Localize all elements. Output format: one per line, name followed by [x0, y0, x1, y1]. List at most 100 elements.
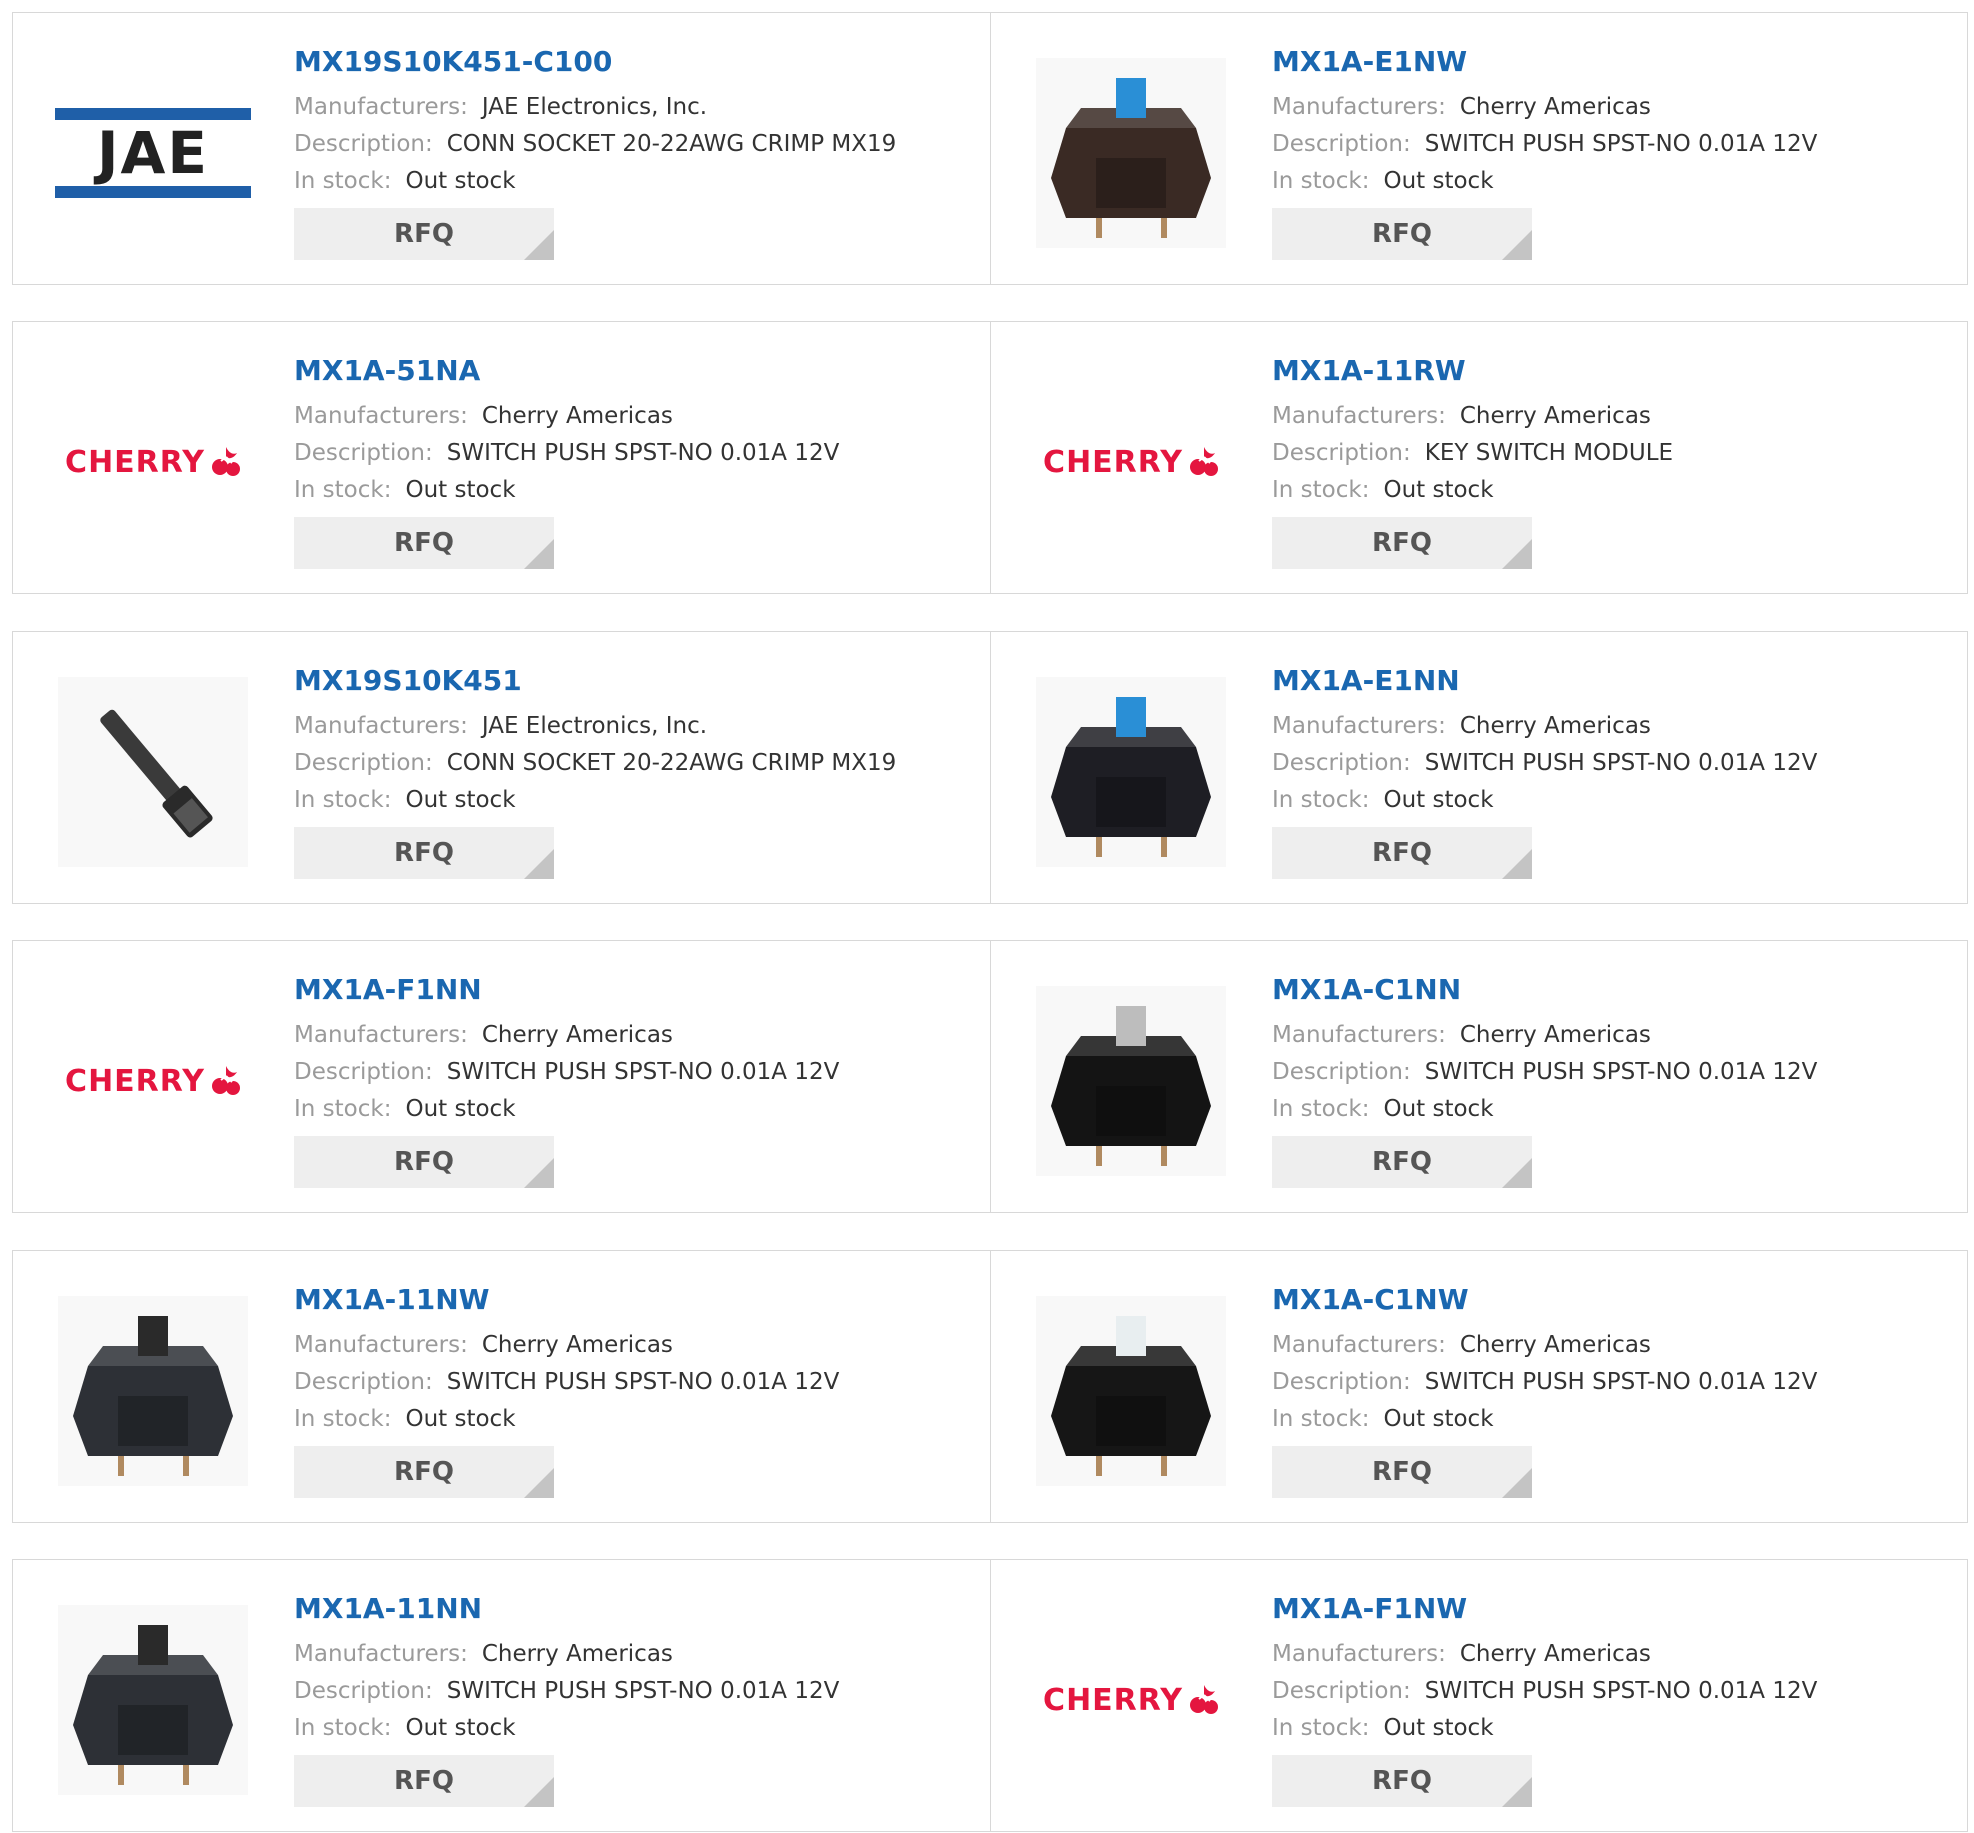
description-label: Description: — [1272, 440, 1411, 466]
manufacturer-line: Manufacturers: Cherry Americas — [1272, 1017, 1817, 1054]
rfq-button[interactable]: RFQ — [294, 827, 554, 879]
rfq-button[interactable]: RFQ — [294, 1755, 554, 1807]
part-number-link[interactable]: MX1A-11RW — [1272, 352, 1673, 390]
manufacturer-value: Cherry Americas — [1459, 403, 1651, 429]
part-number-link[interactable]: MX1A-F1NN — [294, 971, 839, 1009]
product-image[interactable] — [1031, 981, 1231, 1181]
description-label: Description: — [1272, 131, 1411, 157]
manufacturer-line: Manufacturers: Cherry Americas — [294, 398, 839, 435]
part-number-link[interactable]: MX1A-C1NW — [1272, 1281, 1817, 1319]
description-value: SWITCH PUSH SPST-NO 0.01A 12V — [1424, 1369, 1818, 1395]
product-image[interactable] — [1031, 1291, 1231, 1491]
rfq-button[interactable]: RFQ — [294, 208, 554, 260]
rfq-button[interactable]: RFQ — [1272, 1136, 1532, 1188]
product-row: MX19S10K451 Manufacturers: JAE Electronics… — [12, 631, 1968, 904]
manufacturer-line: Manufacturers: Cherry Americas — [1272, 1327, 1817, 1364]
manufacturer-value: JAE Electronics, Inc. — [481, 713, 708, 739]
product-row: CHERRY MX1A-51NA Manufacturers: Cherry Amer… — [12, 321, 1968, 594]
product-image[interactable]: CHERRY — [1031, 362, 1231, 562]
stock-value: Out stock — [1383, 1406, 1494, 1432]
part-number-link[interactable]: MX1A-F1NW — [1272, 1590, 1817, 1628]
description-value: SWITCH PUSH SPST-NO 0.01A 12V — [1424, 131, 1818, 157]
description-label: Description: — [1272, 1059, 1411, 1085]
stock-label: In stock: — [294, 168, 392, 194]
part-number-link[interactable]: MX1A-C1NN — [1272, 971, 1817, 1009]
manufacturer-line: Manufacturers: JAE Electronics, Inc. — [294, 708, 896, 745]
product-card: MX1A-E1NW Manufacturers: Cherry Americas De… — [990, 13, 1967, 284]
rfq-button[interactable]: RFQ — [1272, 827, 1532, 879]
part-number-link[interactable]: MX19S10K451-C100 — [294, 43, 896, 81]
product-image[interactable] — [53, 1291, 253, 1491]
description-line: Description: SWITCH PUSH SPST-NO 0.01A 12… — [1272, 745, 1817, 782]
description-label: Description: — [294, 1369, 433, 1395]
description-line: Description: SWITCH PUSH SPST-NO 0.01A 12… — [294, 435, 839, 472]
description-label: Description: — [294, 750, 433, 776]
product-image[interactable]: JAE — [53, 53, 253, 253]
rfq-button[interactable]: RFQ — [1272, 1446, 1532, 1498]
product-card: MX1A-C1NN Manufacturers: Cherry Americas De… — [990, 941, 1967, 1212]
description-value: CONN SOCKET 20-22AWG CRIMP MX19 — [446, 750, 897, 776]
product-card: MX1A-11NN Manufacturers: Cherry Americas De… — [13, 1560, 990, 1831]
manufacturer-value: Cherry Americas — [481, 1332, 673, 1358]
description-line: Description: SWITCH PUSH SPST-NO 0.01A 12… — [294, 1673, 839, 1710]
part-number-link[interactable]: MX19S10K451 — [294, 662, 896, 700]
description-label: Description: — [1272, 750, 1411, 776]
manufacturer-label: Manufacturers: — [294, 94, 468, 120]
product-image[interactable] — [1031, 672, 1231, 872]
product-image[interactable] — [53, 672, 253, 872]
product-card: CHERRY MX1A-F1NW Manufacturers: Cherry Amer… — [990, 1560, 1967, 1831]
product-card: CHERRY MX1A-11RW Manufacturers: Cherry Amer… — [990, 322, 1967, 593]
switch-blue-brown-photo — [1036, 58, 1226, 248]
stock-value: Out stock — [1383, 168, 1494, 194]
stock-value: Out stock — [1383, 1096, 1494, 1122]
stock-value: Out stock — [405, 168, 516, 194]
switch-black-photo — [58, 1296, 248, 1486]
manufacturer-value: Cherry Americas — [481, 1022, 673, 1048]
description-line: Description: SWITCH PUSH SPST-NO 0.01A 12… — [294, 1054, 839, 1091]
stock-line: In stock: Out stock — [294, 163, 896, 200]
part-number-link[interactable]: MX1A-11NN — [294, 1590, 839, 1628]
stock-label: In stock: — [1272, 1715, 1370, 1741]
product-image[interactable]: CHERRY — [53, 362, 253, 562]
stock-line: In stock: Out stock — [294, 1401, 839, 1438]
product-image[interactable] — [53, 1600, 253, 1800]
rfq-button[interactable]: RFQ — [294, 1136, 554, 1188]
rfq-button[interactable]: RFQ — [294, 517, 554, 569]
rfq-button[interactable]: RFQ — [294, 1446, 554, 1498]
manufacturer-label: Manufacturers: — [1272, 1641, 1446, 1667]
description-line: Description: SWITCH PUSH SPST-NO 0.01A 12… — [1272, 1673, 1817, 1710]
product-card: CHERRY MX1A-F1NN Manufacturers: Cherry Amer… — [13, 941, 990, 1212]
stock-line: In stock: Out stock — [1272, 1091, 1817, 1128]
rfq-button[interactable]: RFQ — [1272, 1755, 1532, 1807]
manufacturer-value: Cherry Americas — [1459, 713, 1651, 739]
description-value: SWITCH PUSH SPST-NO 0.01A 12V — [1424, 1678, 1818, 1704]
stock-label: In stock: — [294, 477, 392, 503]
cherry-logo: CHERRY — [1043, 445, 1219, 480]
description-value: SWITCH PUSH SPST-NO 0.01A 12V — [446, 440, 840, 466]
part-number-link[interactable]: MX1A-11NW — [294, 1281, 839, 1319]
stock-value: Out stock — [405, 1715, 516, 1741]
part-number-link[interactable]: MX1A-E1NW — [1272, 43, 1817, 81]
stock-label: In stock: — [1272, 477, 1370, 503]
stock-value: Out stock — [1383, 1715, 1494, 1741]
manufacturer-value: Cherry Americas — [1459, 94, 1651, 120]
manufacturer-label: Manufacturers: — [1272, 1332, 1446, 1358]
product-image[interactable] — [1031, 53, 1231, 253]
stock-line: In stock: Out stock — [294, 782, 896, 819]
part-number-link[interactable]: MX1A-51NA — [294, 352, 839, 390]
manufacturer-value: Cherry Americas — [481, 1641, 673, 1667]
product-card: JAE MX19S10K451-C100 Manufacturers: JAE Ele… — [13, 13, 990, 284]
manufacturer-value: Cherry Americas — [481, 403, 673, 429]
product-image[interactable]: CHERRY — [1031, 1600, 1231, 1800]
cherry-logo: CHERRY — [65, 1064, 241, 1099]
manufacturer-line: Manufacturers: Cherry Americas — [1272, 398, 1673, 435]
rfq-button[interactable]: RFQ — [1272, 517, 1532, 569]
description-line: Description: CONN SOCKET 20-22AWG CRIMP M… — [294, 126, 896, 163]
rfq-button[interactable]: RFQ — [1272, 208, 1532, 260]
stock-label: In stock: — [1272, 168, 1370, 194]
manufacturer-label: Manufacturers: — [294, 1332, 468, 1358]
product-image[interactable]: CHERRY — [53, 981, 253, 1181]
stock-line: In stock: Out stock — [1272, 782, 1817, 819]
description-line: Description: SWITCH PUSH SPST-NO 0.01A 12… — [294, 1364, 839, 1401]
part-number-link[interactable]: MX1A-E1NN — [1272, 662, 1817, 700]
